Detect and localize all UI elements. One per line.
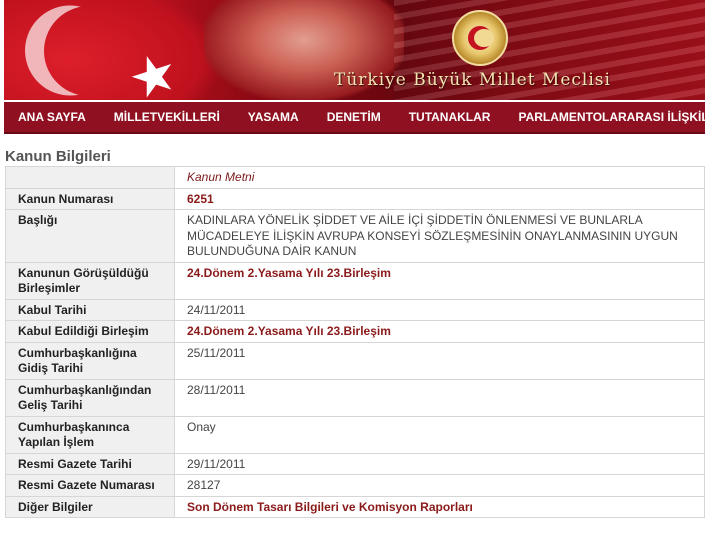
nav-item[interactable]: TUTANAKLAR bbox=[395, 102, 505, 132]
nav-item[interactable]: ANA SAYFA bbox=[4, 102, 100, 132]
row-value: Onay bbox=[174, 415, 705, 454]
table-row: Resmi Gazete Numarası 28127 bbox=[5, 474, 705, 497]
header-banner: ★ Türkiye Büyük Millet Meclisi bbox=[4, 0, 705, 100]
row-value-link[interactable]: 6251 bbox=[174, 187, 705, 210]
page-title: Kanun Bilgileri bbox=[5, 148, 111, 165]
row-label: Cumhurbaşkanlığından Geliş Tarihi bbox=[5, 378, 175, 417]
row-value: KADINLARA YÖNELİK ŞİDDET VE AİLE İÇİ ŞİD… bbox=[174, 209, 705, 263]
row-value: 25/11/2011 bbox=[174, 341, 705, 380]
table-row: Kanun Metni bbox=[5, 166, 705, 189]
nav-item[interactable]: YASAMA bbox=[234, 102, 313, 132]
row-value-link[interactable]: Son Dönem Tasarı Bilgileri ve Komisyon R… bbox=[174, 495, 705, 518]
table-row: Diğer Bilgiler Son Dönem Tasarı Bilgileri… bbox=[5, 495, 705, 518]
nav-item[interactable]: DENETİM bbox=[313, 102, 395, 132]
row-value: 29/11/2011 bbox=[174, 452, 705, 475]
law-info-table: Kanun Metni Kanun Numarası 6251 Başlığı KAD… bbox=[5, 166, 705, 518]
table-row: Resmi Gazete Tarihi 29/11/2011 bbox=[5, 452, 705, 475]
row-value-link[interactable]: 24.Dönem 2.Yasama Yılı 23.Birleşim bbox=[174, 261, 705, 300]
table-row: Cumhurbaşkanınca Yapılan İşlem Onay bbox=[5, 415, 705, 454]
row-label: Kabul Edildiği Birleşim bbox=[5, 320, 175, 343]
row-value-link[interactable]: 24.Dönem 2.Yasama Yılı 23.Birleşim bbox=[174, 320, 705, 343]
table-row: Cumhurbaşkanlığından Geliş Tarihi 28/11/2… bbox=[5, 378, 705, 417]
row-label bbox=[5, 166, 175, 189]
nav-item[interactable]: MİLLETVEKİLLERİ bbox=[100, 102, 234, 132]
nav-item[interactable]: PARLAMENTOLARARASI İLİŞKİLER bbox=[504, 102, 705, 132]
table-row: Cumhurbaşkanlığına Gidiş Tarihi 25/11/201… bbox=[5, 341, 705, 380]
table-row: Kanunun Görüşüldüğü Birleşimler 24.Dönem … bbox=[5, 261, 705, 300]
parliament-seal-icon bbox=[452, 10, 508, 66]
table-row: Başlığı KADINLARA YÖNELİK ŞİDDET VE AİLE … bbox=[5, 209, 705, 263]
main-nav: ANA SAYFA MİLLETVEKİLLERİ YASAMA DENETİM TUT… bbox=[4, 102, 705, 134]
table-row: Kabul Edildiği Birleşim 24.Dönem 2.Yasama… bbox=[5, 320, 705, 343]
row-label: Resmi Gazete Numarası bbox=[5, 474, 175, 497]
row-label: Kanunun Görüşüldüğü Birleşimler bbox=[5, 261, 175, 300]
row-label: Kabul Tarihi bbox=[5, 298, 175, 321]
law-text-link[interactable]: Kanun Metni bbox=[174, 166, 705, 189]
table-row: Kanun Numarası 6251 bbox=[5, 187, 705, 210]
row-value: 28/11/2011 bbox=[174, 378, 705, 417]
row-label: Kanun Numarası bbox=[5, 187, 175, 210]
row-label: Cumhurbaşkanınca Yapılan İşlem bbox=[5, 415, 175, 454]
site-title: Türkiye Büyük Millet Meclisi bbox=[334, 70, 611, 90]
table-row: Kabul Tarihi 24/11/2011 bbox=[5, 298, 705, 321]
row-label: Resmi Gazete Tarihi bbox=[5, 452, 175, 475]
row-label: Diğer Bilgiler bbox=[5, 495, 175, 518]
row-label: Cumhurbaşkanlığına Gidiş Tarihi bbox=[5, 341, 175, 380]
row-label: Başlığı bbox=[5, 209, 175, 263]
row-value: 24/11/2011 bbox=[174, 298, 705, 321]
row-value: 28127 bbox=[174, 474, 705, 497]
